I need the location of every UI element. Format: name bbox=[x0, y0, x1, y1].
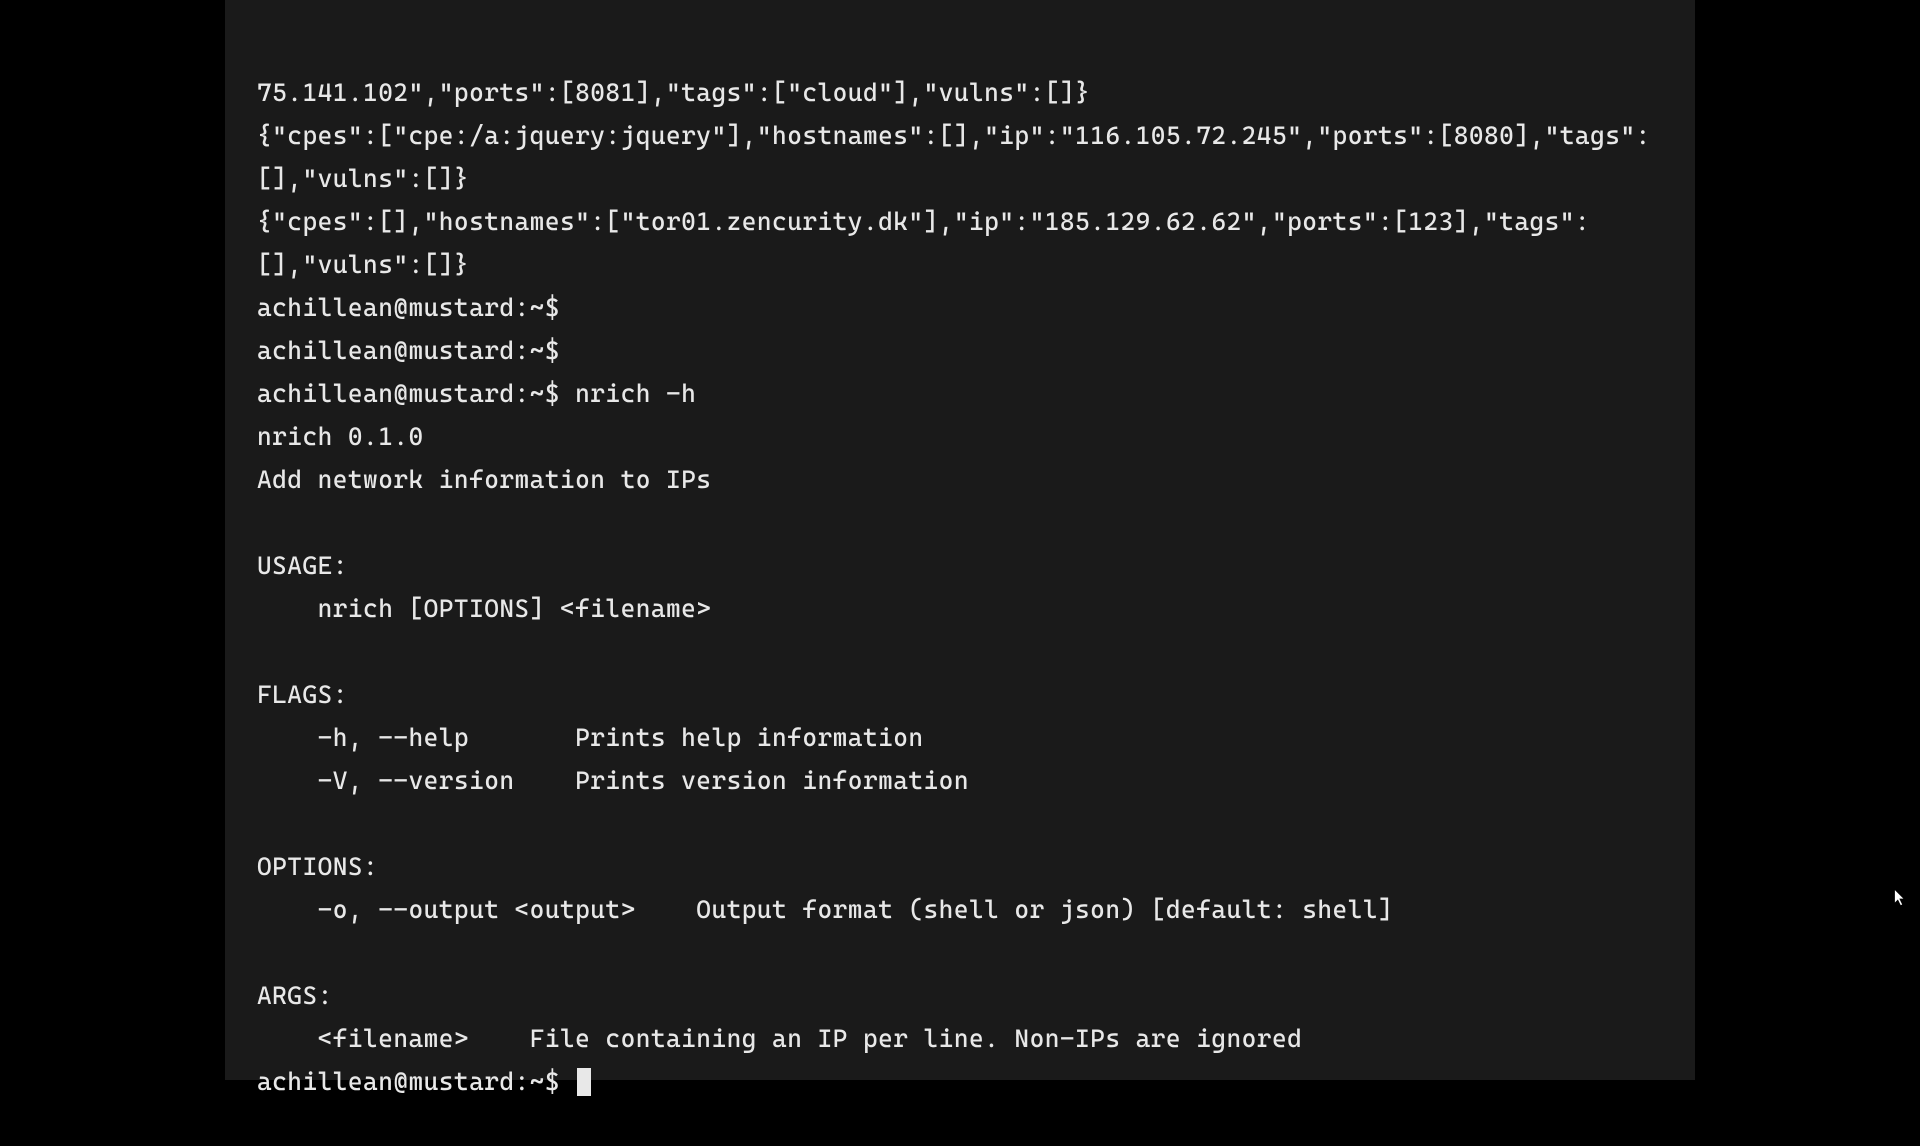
terminal-window[interactable]: 75.141.102","ports":[8081],"tags":["clou… bbox=[225, 0, 1695, 1080]
usage-header: USAGE: bbox=[257, 544, 1663, 587]
blank-line bbox=[257, 501, 1663, 544]
prompt-line-active[interactable]: achillean@mustard:~$ bbox=[257, 1060, 1663, 1103]
command-line: achillean@mustard:~$ nrich -h bbox=[257, 372, 1663, 415]
prompt-line: achillean@mustard:~$ bbox=[257, 286, 1663, 329]
shell-prompt: achillean@mustard:~$ bbox=[257, 293, 560, 322]
option-line: -o, --output <output> Output format (she… bbox=[257, 888, 1663, 931]
usage-line: nrich [OPTIONS] <filename> bbox=[257, 587, 1663, 630]
shell-prompt: achillean@mustard:~$ bbox=[257, 336, 560, 365]
shell-prompt: achillean@mustard:~$ bbox=[257, 1067, 560, 1096]
output-line: 75.141.102","ports":[8081],"tags":["clou… bbox=[257, 71, 1663, 114]
help-version: nrich 0.1.0 bbox=[257, 415, 1663, 458]
output-line: {"cpes":[],"hostnames":["tor01.zencurity… bbox=[257, 200, 1663, 286]
args-header: ARGS: bbox=[257, 974, 1663, 1017]
shell-prompt: achillean@mustard:~$ bbox=[257, 379, 560, 408]
flags-header: FLAGS: bbox=[257, 673, 1663, 716]
options-header: OPTIONS: bbox=[257, 845, 1663, 888]
help-description: Add network information to IPs bbox=[257, 458, 1663, 501]
blank-line bbox=[257, 630, 1663, 673]
mouse-cursor-icon bbox=[1893, 888, 1907, 912]
flag-line: -V, --version Prints version information bbox=[257, 759, 1663, 802]
output-line: {"cpes":["cpe:/a:jquery:jquery"],"hostna… bbox=[257, 114, 1663, 200]
arg-line: <filename> File containing an IP per lin… bbox=[257, 1017, 1663, 1060]
prompt-line: achillean@mustard:~$ bbox=[257, 329, 1663, 372]
flag-line: -h, --help Prints help information bbox=[257, 716, 1663, 759]
blank-line bbox=[257, 931, 1663, 974]
terminal-cursor bbox=[577, 1068, 591, 1096]
command-text: nrich -h bbox=[575, 379, 696, 408]
blank-line bbox=[257, 802, 1663, 845]
